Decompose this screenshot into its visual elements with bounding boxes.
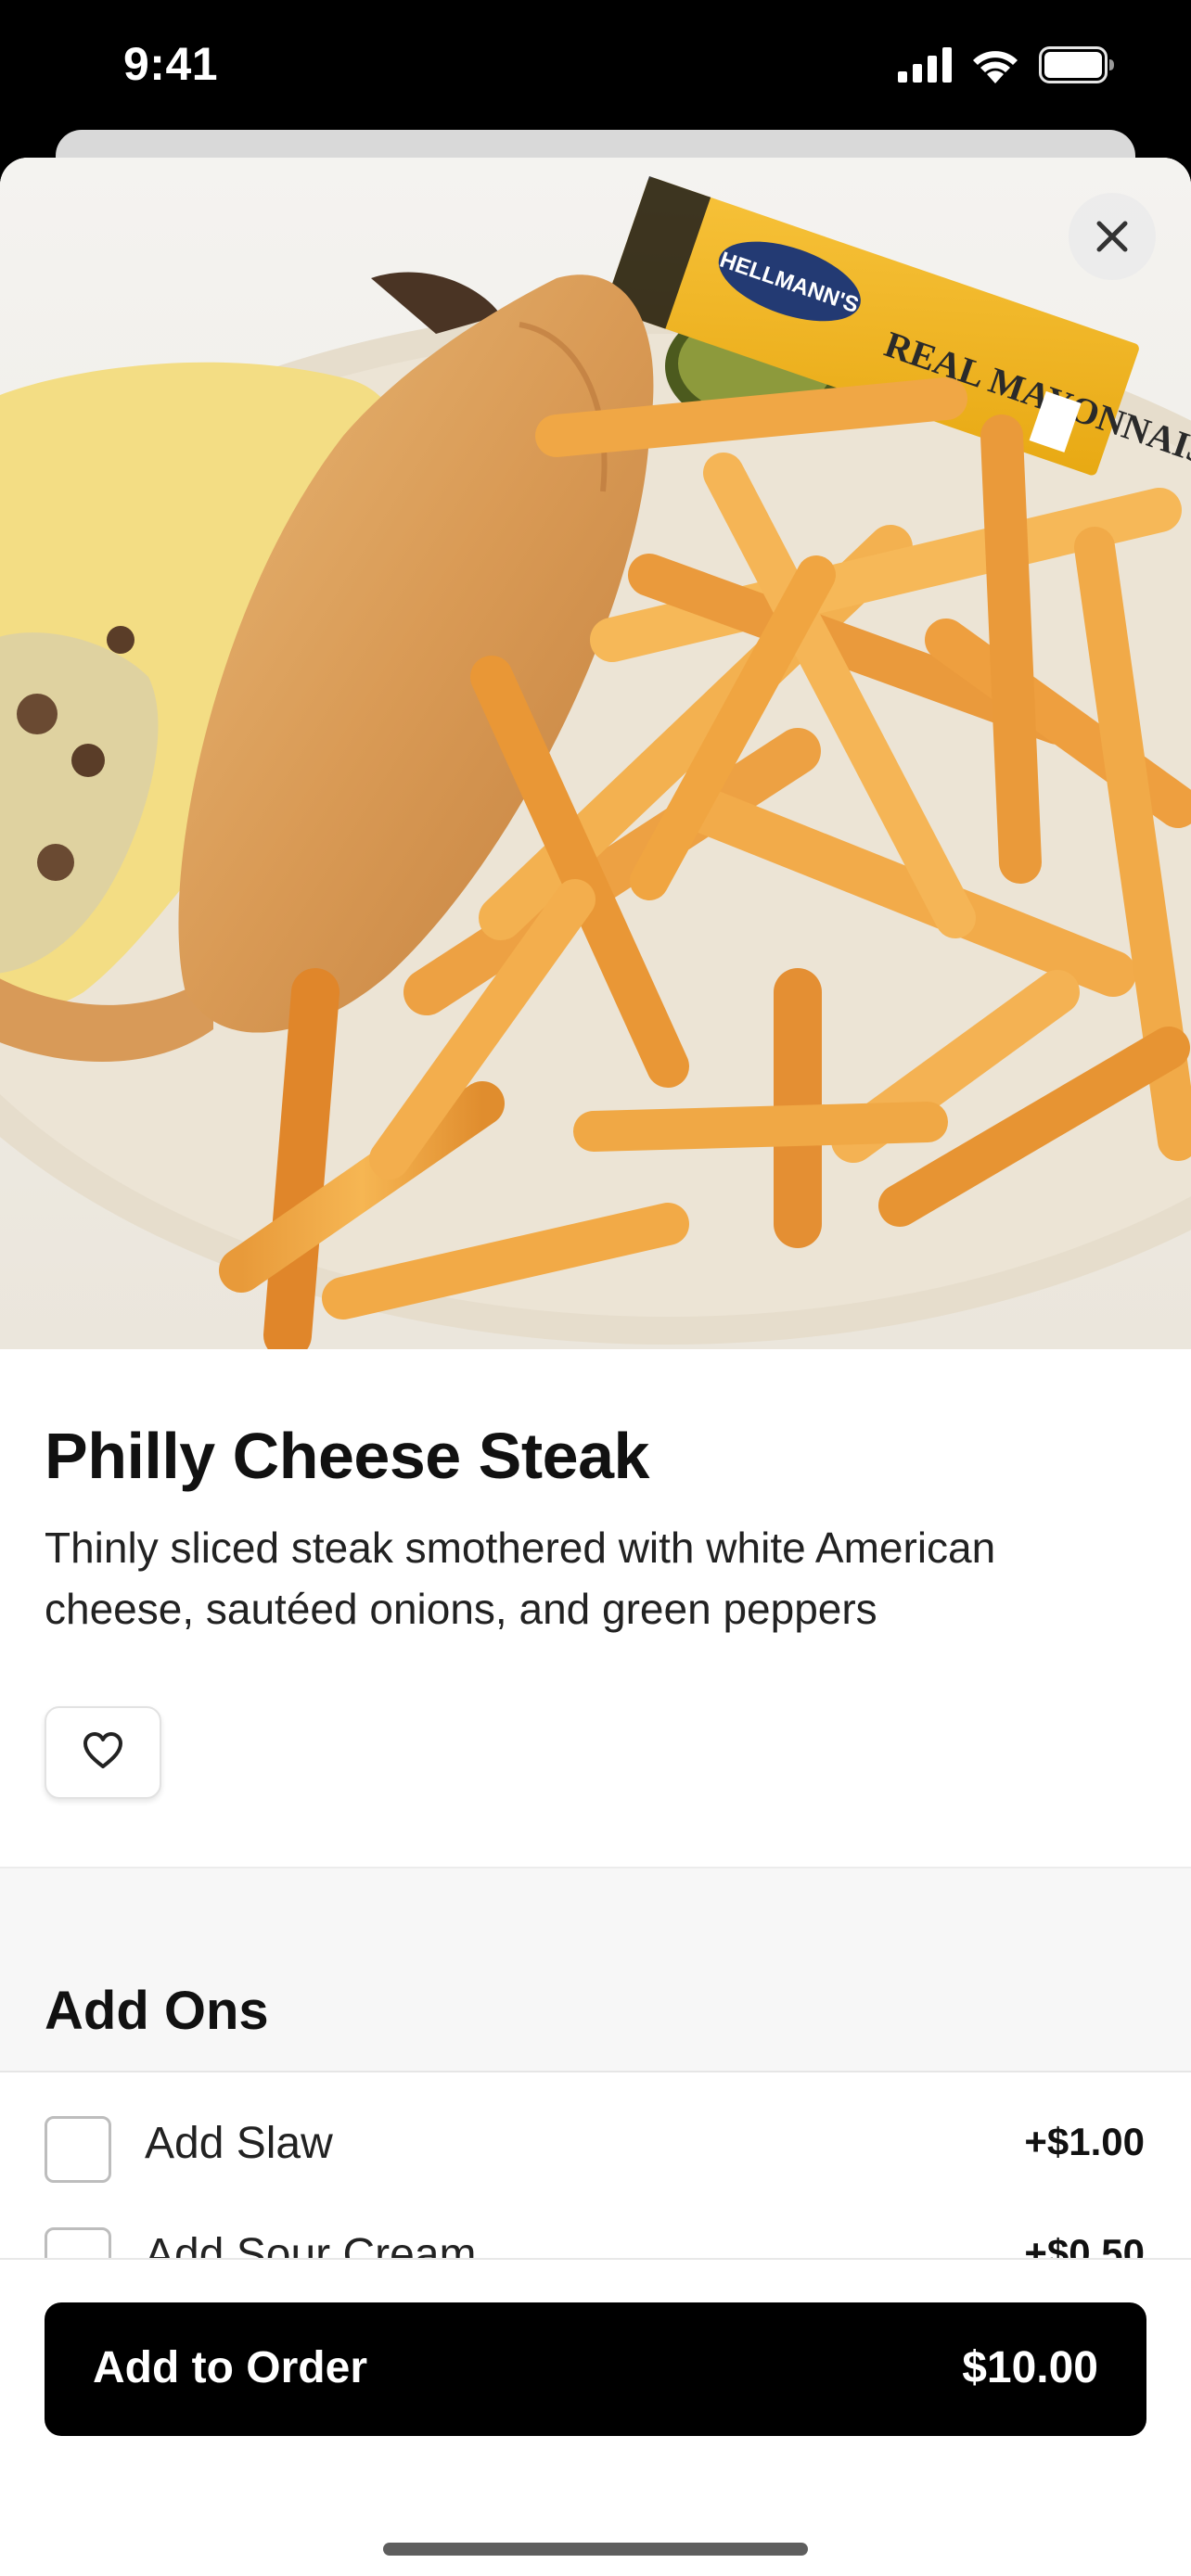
item-description: Thinly sliced steak smothered with white… [45,1524,996,1633]
wifi-icon [970,46,1020,88]
signal-icon [898,47,952,87]
addon-price: +$1.00 [1024,2120,1145,2163]
close-button[interactable] [1069,193,1156,280]
item-detail-sheet: HELLMANN'S REAL MAYONNAISE Philly Cheese… [0,158,1191,2576]
favorite-button[interactable] [45,1706,161,1799]
battery-icon [1039,46,1115,88]
status-bar: 9:41 [0,0,1191,130]
status-time: 9:41 [123,38,219,90]
phone-screen: 9:41 HELLMANN'S REAL MAYONNAISE Philly C… [0,0,1191,2576]
addon-row-slaw[interactable]: Add Slaw +$1.00 [0,2103,1191,2205]
addon-checkbox[interactable] [45,2116,111,2183]
close-icon [1094,218,1131,255]
status-icons [898,46,1115,88]
order-total-price: $10.00 [962,2343,1098,2392]
addon-label: Add Slaw [145,2119,333,2168]
add-to-order-label: Add to Order [93,2343,367,2392]
item-photo: HELLMANN'S REAL MAYONNAISE [0,158,1191,1349]
item-title: Philly Cheese Steak [45,1420,649,1492]
heart-icon [82,1731,124,1775]
addons-title: Add Ons [45,1981,269,2041]
home-indicator[interactable] [383,2543,808,2556]
add-to-order-button[interactable]: Add to Order $10.00 [45,2302,1146,2436]
